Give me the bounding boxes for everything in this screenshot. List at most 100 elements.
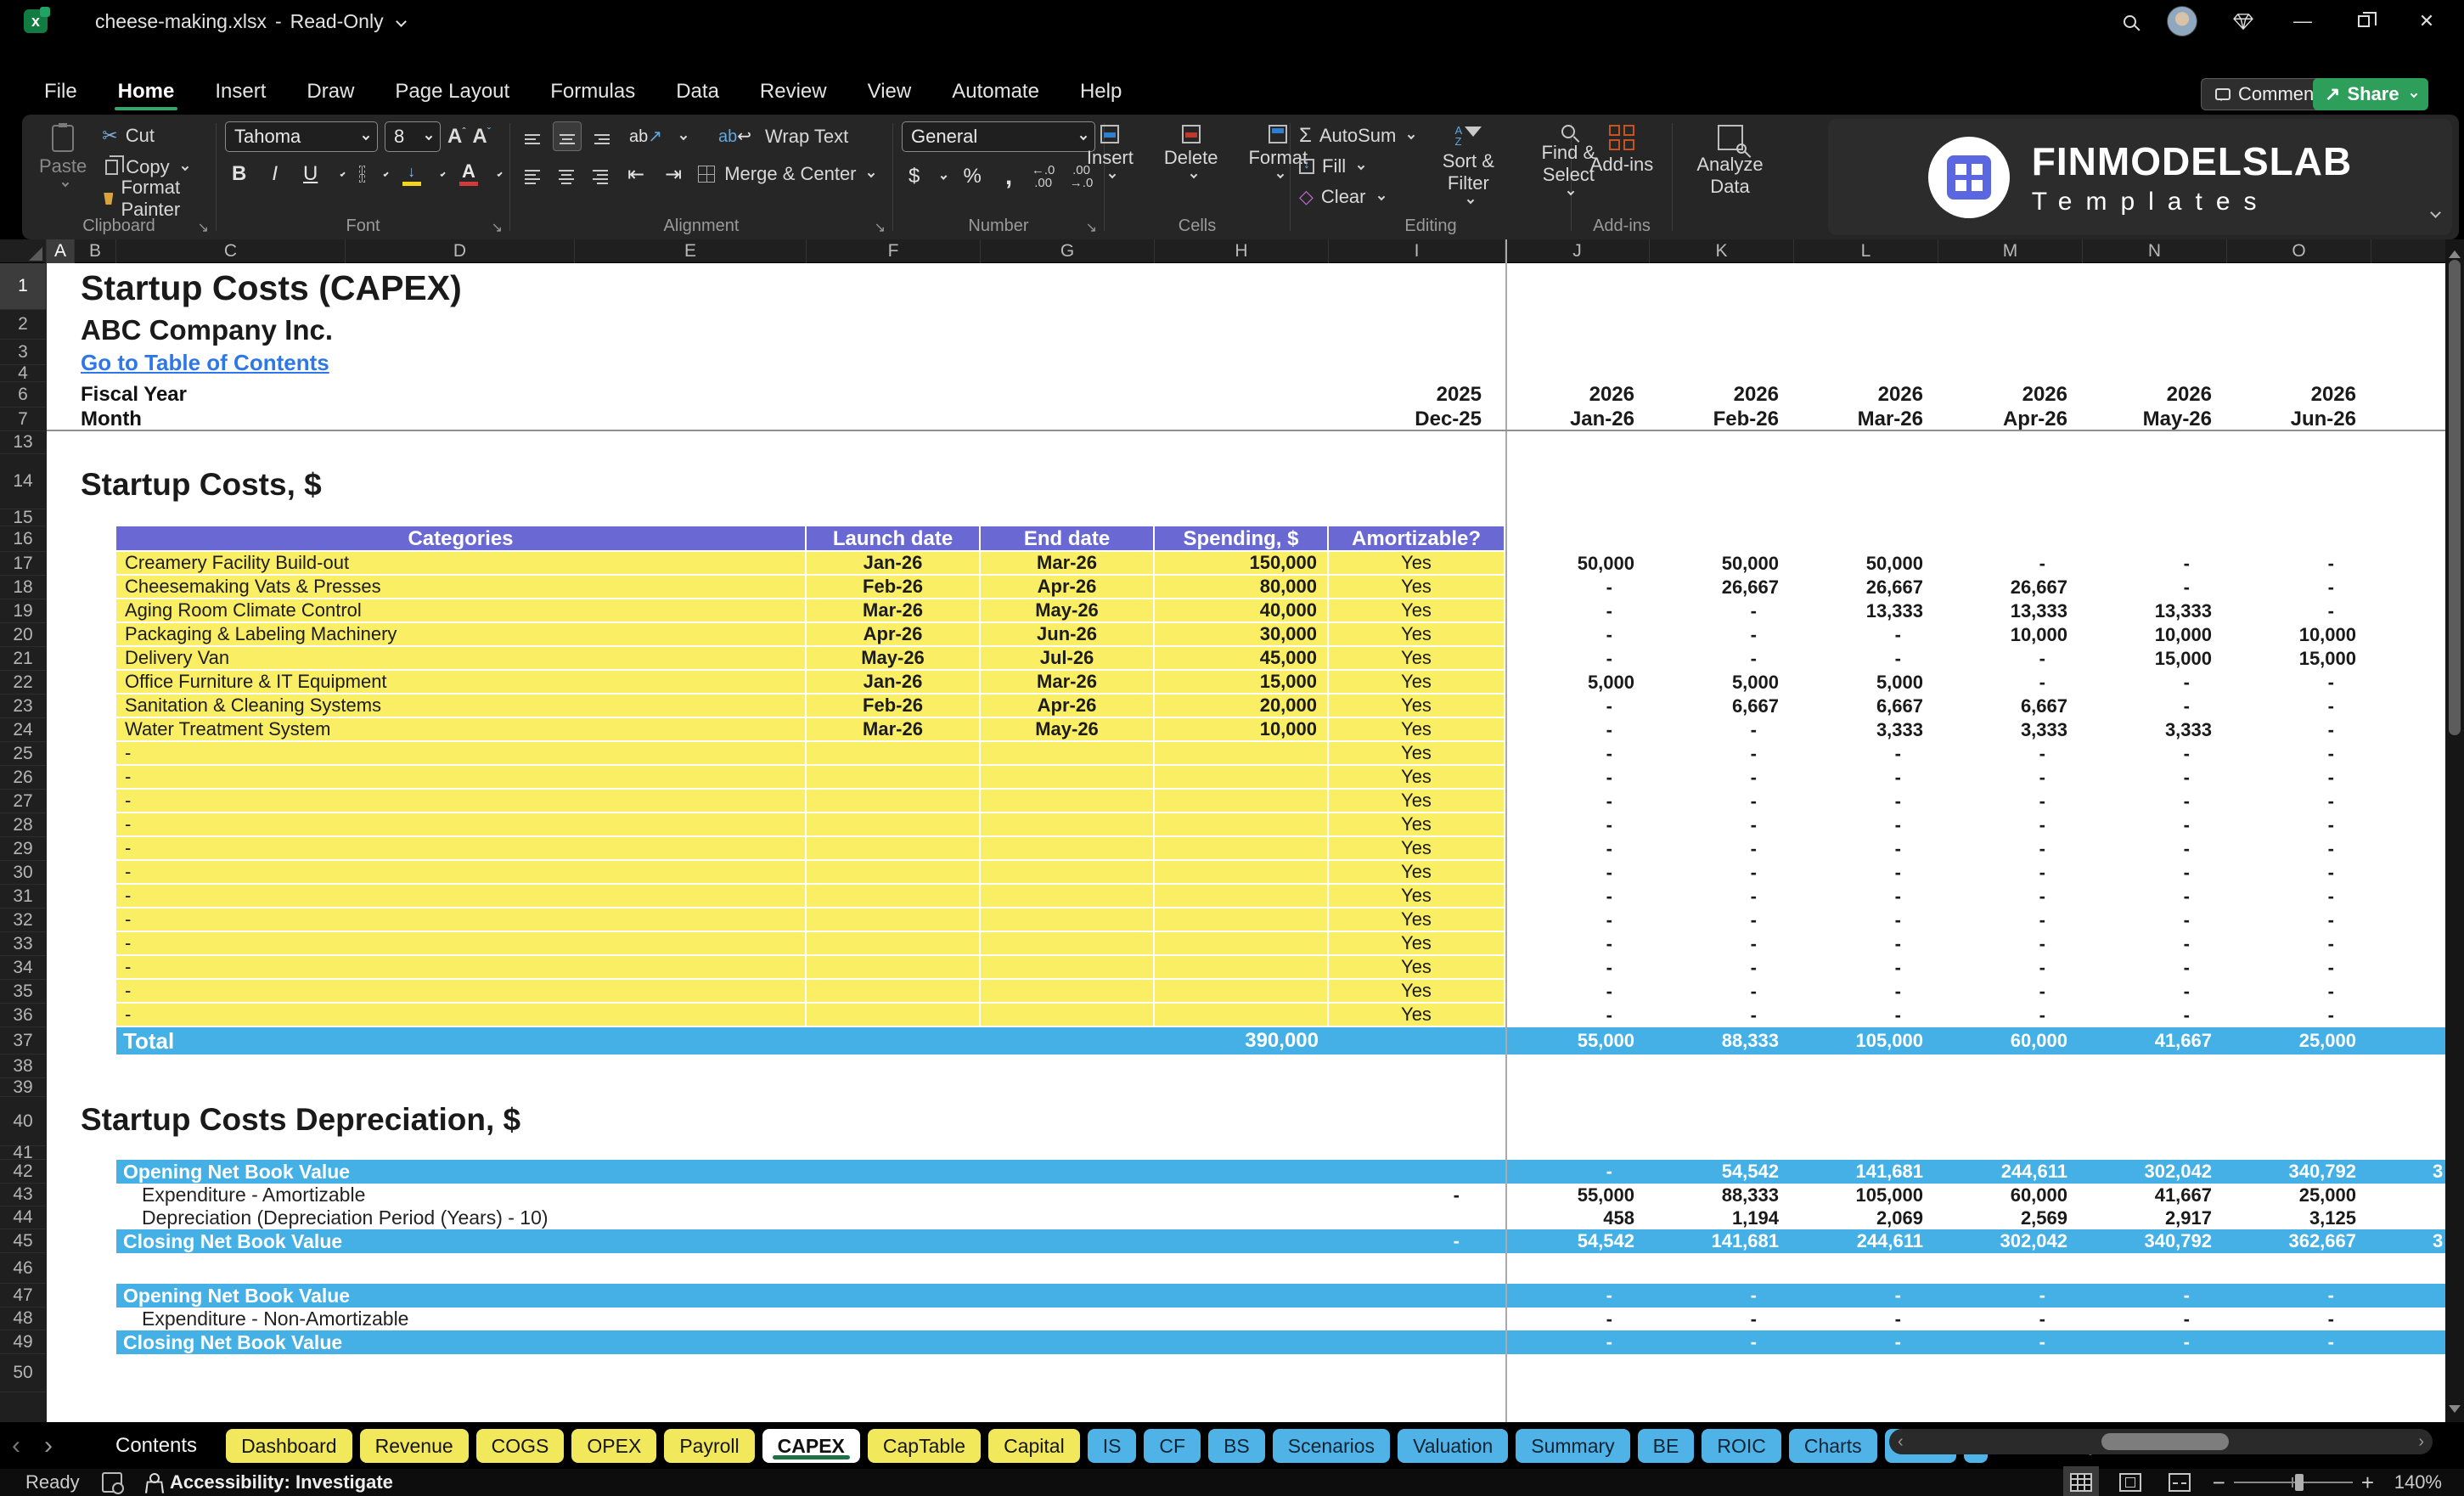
- align-right-button[interactable]: [587, 158, 614, 190]
- row-header-3[interactable]: 3: [0, 340, 46, 365]
- align-bottom-button[interactable]: [588, 122, 616, 150]
- align-center-button[interactable]: [553, 158, 580, 190]
- fill-color-chevron-icon[interactable]: [440, 171, 446, 177]
- sheet-tab-is[interactable]: IS: [1087, 1428, 1137, 1463]
- menu-tab-help[interactable]: Help: [1061, 75, 1140, 112]
- restore-button[interactable]: [2350, 8, 2377, 35]
- row-header-23[interactable]: 23: [0, 695, 46, 718]
- alignment-dialog-launcher[interactable]: ↘: [875, 219, 886, 236]
- sheet-tab-be[interactable]: BE: [1637, 1428, 1695, 1463]
- column-header-l[interactable]: L: [1794, 239, 1938, 263]
- column-header-e[interactable]: E: [575, 239, 807, 263]
- read-only-chevron-icon[interactable]: [395, 15, 407, 27]
- row-header-19[interactable]: 19: [0, 599, 46, 623]
- row-header-50[interactable]: 50: [0, 1354, 46, 1392]
- sheet-tab-charts[interactable]: Charts: [1788, 1428, 1877, 1463]
- row-header-29[interactable]: 29: [0, 837, 46, 861]
- wrap-text-button[interactable]: ab↩: [712, 124, 758, 149]
- fill-color-button[interactable]: ↓: [399, 163, 425, 186]
- scroll-down-icon[interactable]: [2449, 1405, 2461, 1419]
- font-size-select[interactable]: 8: [385, 121, 441, 152]
- addins-button[interactable]: Add-ins: [1582, 121, 1662, 179]
- shrink-font-button[interactable]: Aˇ: [472, 125, 490, 149]
- menu-tab-insert[interactable]: Insert: [196, 75, 284, 112]
- italic-button[interactable]: I: [265, 160, 284, 188]
- row-header-36[interactable]: 36: [0, 1004, 46, 1027]
- scroll-up-icon[interactable]: [2449, 245, 2461, 258]
- row-header-46[interactable]: 46: [0, 1253, 46, 1284]
- autosum-button[interactable]: Σ AutoSum: [1299, 123, 1415, 149]
- row-header-30[interactable]: 30: [0, 861, 46, 885]
- row-header-17[interactable]: 17: [0, 552, 46, 576]
- merge-center-label[interactable]: Merge & Center: [724, 163, 856, 185]
- zoom-level[interactable]: 140%: [2382, 1471, 2464, 1493]
- avatar[interactable]: [2167, 6, 2197, 37]
- row-header-47[interactable]: 47: [0, 1284, 46, 1308]
- row-headers[interactable]: 1 2 3 4 6 7 13 14 15 16 17 18 19 20 21 22 23 24 25 26 27 28 29…: [0, 263, 47, 1422]
- search-icon[interactable]: [2116, 8, 2143, 35]
- row-header-44[interactable]: 44: [0, 1206, 46, 1229]
- horizontal-scroll-thumb[interactable]: [2101, 1433, 2229, 1450]
- zoom-in-button[interactable]: +: [2353, 1470, 2382, 1496]
- macro-record-icon[interactable]: [102, 1472, 124, 1494]
- align-middle-button[interactable]: [553, 121, 582, 151]
- horizontal-scrollbar[interactable]: ‹ ›: [1889, 1429, 2433, 1454]
- row-header-25[interactable]: 25: [0, 742, 46, 766]
- row-header-22[interactable]: 22: [0, 671, 46, 695]
- row-header-40[interactable]: 40: [0, 1097, 46, 1146]
- wrap-text-label[interactable]: Wrap Text: [765, 126, 848, 148]
- zoom-slider[interactable]: [2233, 1474, 2353, 1491]
- menu-tab-page-layout[interactable]: Page Layout: [376, 75, 528, 112]
- row-header-18[interactable]: 18: [0, 576, 46, 599]
- row-header-4[interactable]: 4: [0, 363, 46, 383]
- row-header-39[interactable]: 39: [0, 1077, 46, 1097]
- select-all-corner[interactable]: [0, 239, 47, 263]
- number-dialog-launcher[interactable]: ↘: [1086, 219, 1097, 236]
- hscroll-left-icon[interactable]: ‹: [1898, 1432, 1904, 1452]
- delete-cells-button[interactable]: Delete: [1156, 121, 1227, 181]
- row-header-33[interactable]: 33: [0, 932, 46, 956]
- row-header-49[interactable]: 49: [0, 1330, 46, 1354]
- sheet-nav-left-icon[interactable]: ‹: [0, 1431, 32, 1460]
- orientation-chevron-icon[interactable]: [679, 132, 688, 140]
- column-header-b[interactable]: B: [75, 239, 116, 263]
- menu-tab-draw[interactable]: Draw: [288, 75, 373, 112]
- menu-tab-file[interactable]: File: [25, 75, 96, 112]
- font-dialog-launcher[interactable]: ↘: [492, 219, 503, 236]
- worksheet[interactable]: Startup Costs (CAPEX) ABC Company Inc. G…: [47, 263, 2445, 1422]
- percent-format-button[interactable]: %: [957, 163, 988, 190]
- sheet-tab-revenue[interactable]: Revenue: [359, 1428, 469, 1463]
- minimize-button[interactable]: —: [2289, 8, 2316, 35]
- sheet-tab-cogs[interactable]: COGS: [475, 1428, 565, 1463]
- currency-chevron-icon[interactable]: [940, 173, 948, 180]
- sheet-tab-valuation[interactable]: Valuation: [1398, 1428, 1509, 1463]
- row-header-14[interactable]: 14: [0, 454, 46, 509]
- fill-button[interactable]: ↓ Fill: [1299, 154, 1414, 179]
- column-header-k[interactable]: K: [1650, 239, 1794, 263]
- row-header-27[interactable]: 27: [0, 790, 46, 813]
- column-header-g[interactable]: G: [981, 239, 1155, 263]
- page-break-view-icon[interactable]: [2168, 1473, 2191, 1492]
- row-header-20[interactable]: 20: [0, 623, 46, 647]
- row-header-41[interactable]: 41: [0, 1143, 46, 1162]
- row-header-7[interactable]: 7: [0, 408, 46, 431]
- cut-button[interactable]: ✂ Cut: [102, 123, 207, 149]
- accessibility-status[interactable]: Accessibility: Investigate: [170, 1471, 393, 1493]
- row-header-37[interactable]: 37: [0, 1027, 46, 1055]
- underline-button[interactable]: U: [296, 160, 324, 188]
- row-header-35[interactable]: 35: [0, 980, 46, 1004]
- font-color-chevron-icon[interactable]: [497, 171, 503, 177]
- column-header-h[interactable]: H: [1155, 239, 1329, 263]
- row-header-48[interactable]: 48: [0, 1308, 46, 1330]
- column-header-i[interactable]: I: [1329, 239, 1505, 263]
- row-header-13[interactable]: 13: [0, 431, 46, 454]
- sheet-tab-captable[interactable]: CapTable: [867, 1428, 982, 1463]
- row-header-32[interactable]: 32: [0, 908, 46, 932]
- sheet-tab-payroll[interactable]: Payroll: [664, 1428, 755, 1463]
- hscroll-right-icon[interactable]: ›: [2418, 1432, 2424, 1452]
- vertical-scroll-thumb[interactable]: [2449, 260, 2461, 735]
- currency-format-button[interactable]: $: [902, 163, 926, 190]
- toc-link[interactable]: Go to Table of Contents: [81, 350, 329, 376]
- font-name-select[interactable]: Tahoma: [225, 121, 378, 152]
- page-layout-view-icon[interactable]: [2118, 1473, 2141, 1492]
